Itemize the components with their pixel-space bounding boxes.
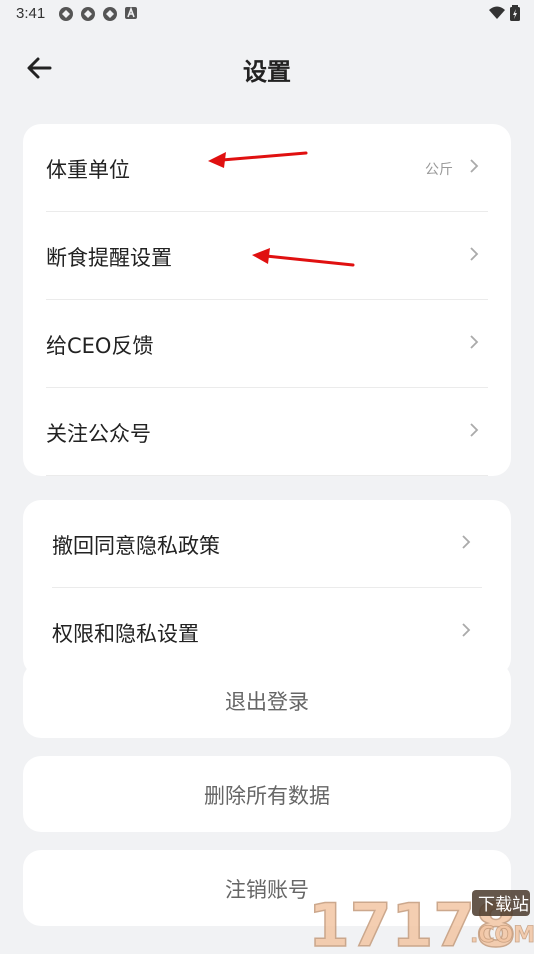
weight-unit-value: 公斤	[425, 162, 453, 178]
battery-icon	[510, 5, 520, 21]
status-time: 3:41	[16, 5, 46, 22]
wifi-icon	[489, 6, 505, 19]
chevron-right-icon	[462, 623, 471, 637]
logout-button[interactable]: 退出登录	[23, 662, 511, 738]
settings-group-1: 体重单位 公斤 断食提醒设置 给CEO反馈 关注公众号	[23, 124, 511, 476]
settings-group-2: 撤回同意隐私政策 权限和隐私设置	[23, 500, 511, 676]
page-title: 设置	[243, 58, 291, 86]
delete-all-data-button[interactable]: 删除所有数据	[23, 756, 511, 832]
row-label: 撤回同意隐私政策	[52, 534, 220, 558]
chevron-right-icon	[470, 335, 479, 349]
row-label: 关注公众号	[46, 422, 151, 446]
row-label: 断食提醒设置	[46, 246, 172, 270]
system-status-icons	[488, 5, 520, 21]
chevron-right-icon	[470, 159, 479, 173]
delete-all-data-label: 删除所有数据	[204, 784, 330, 808]
row-fasting-reminder[interactable]: 断食提醒设置	[23, 212, 511, 300]
watermark-domain: .COM	[470, 923, 534, 948]
chevron-right-icon	[470, 247, 479, 261]
site-watermark: 17178 下载站 .COM	[300, 880, 534, 954]
app-notification-icon	[103, 7, 117, 21]
app-notification-icon	[81, 7, 95, 21]
a-notification-icon	[125, 6, 137, 19]
row-label: 给CEO反馈	[46, 334, 154, 358]
row-label: 权限和隐私设置	[52, 622, 199, 646]
chevron-right-icon	[470, 423, 479, 437]
row-follow-account[interactable]: 关注公众号	[23, 388, 511, 476]
logout-label: 退出登录	[225, 690, 309, 714]
notification-icons	[58, 6, 138, 22]
watermark-logo-icon: 17178 下载站 .COM	[307, 890, 534, 954]
chevron-right-icon	[462, 535, 471, 549]
row-label: 体重单位	[46, 158, 130, 182]
watermark-tag: 下载站	[478, 895, 529, 915]
row-feedback-ceo[interactable]: 给CEO反馈	[23, 300, 511, 388]
row-revoke-privacy[interactable]: 撤回同意隐私政策	[23, 500, 511, 588]
divider	[46, 475, 488, 476]
status-bar: 3:41	[0, 0, 534, 30]
row-weight-unit[interactable]: 体重单位 公斤	[23, 124, 511, 212]
app-notification-icon	[59, 7, 73, 21]
top-bar: 设置	[0, 40, 534, 96]
